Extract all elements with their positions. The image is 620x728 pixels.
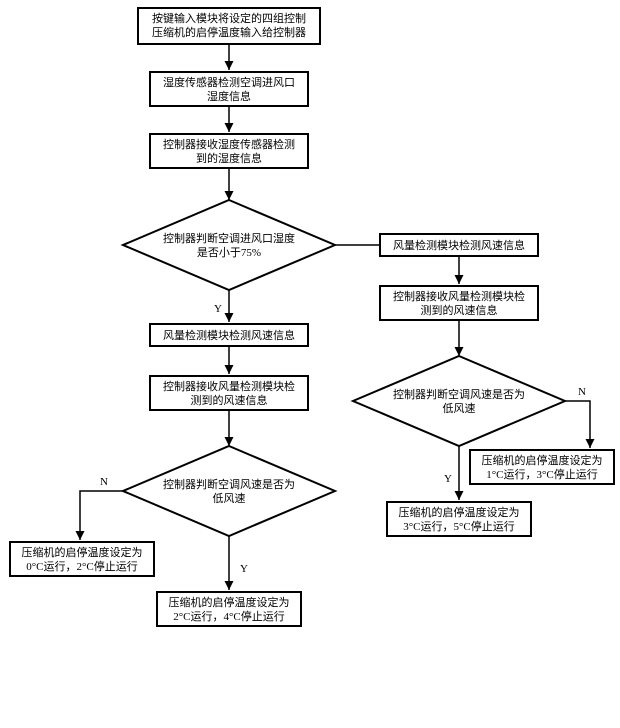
node-wind-detect-right: 风量检测模块检测风速信息 (380, 234, 538, 256)
decision-low-wind-left: 控制器判断空调风速是否为 低风速 (123, 446, 335, 536)
text: 低风速 (213, 492, 246, 505)
node-controller-receive-wind-right: 控制器接收风量检测模块检 测到的风速信息 (380, 286, 538, 320)
text: 2°C运行，4°C停止运行 (173, 609, 284, 623)
text: 控制器判断空调进风口湿度 (163, 231, 295, 245)
text: 是否小于75% (197, 246, 261, 259)
decision-low-wind-right: 控制器判断空调风速是否为 低风速 (353, 356, 565, 446)
connector (80, 491, 123, 540)
text: 压缩机的启停温度设定为 (22, 545, 143, 559)
node-controller-receive-humidity: 控制器接收湿度传感器检测 到的湿度信息 (150, 134, 308, 168)
label-yes: Y (444, 473, 452, 485)
text: 到的湿度信息 (196, 151, 262, 165)
text: 3°C运行，5°C停止运行 (403, 519, 514, 533)
text: 控制器接收湿度传感器检测 (163, 137, 295, 151)
text: 风量检测模块检测风速信息 (393, 238, 525, 252)
node-wind-detect-left: 风量检测模块检测风速信息 (150, 324, 308, 346)
decision-humidity-75: 控制器判断空调进风口湿度 是否小于75% (123, 200, 335, 290)
text: 压缩机的启停温度设定为 (399, 505, 520, 519)
text: 1°C运行，3°C停止运行 (486, 467, 597, 481)
node-input-setup: 按键输入模块将设定的四组控制 压缩机的启停温度输入给控制器 (138, 8, 320, 44)
node-humidity-sensor: 湿度传感器检测空调进风口 湿度信息 (150, 72, 308, 106)
text: 湿度传感器检测空调进风口 (163, 75, 295, 89)
text: 测到的风速信息 (421, 303, 498, 317)
text: 压缩机的启停温度设定为 (169, 595, 290, 609)
flowchart-diagram: 按键输入模块将设定的四组控制 压缩机的启停温度输入给控制器 湿度传感器检测空调进… (0, 0, 620, 728)
text: 控制器接收风量检测模块检 (393, 289, 525, 303)
label-yes: Y (214, 303, 222, 315)
text: 按键输入模块将设定的四组控制 (152, 11, 306, 25)
node-compressor-0-2: 压缩机的启停温度设定为 0°C运行，2°C停止运行 (10, 542, 154, 576)
text: 控制器判断空调风速是否为 (393, 387, 525, 401)
label-yes: Y (240, 563, 248, 575)
text: 测到的风速信息 (191, 393, 268, 407)
node-compressor-3-5: 压缩机的启停温度设定为 3°C运行，5°C停止运行 (387, 502, 531, 536)
node-compressor-2-4: 压缩机的启停温度设定为 2°C运行，4°C停止运行 (157, 592, 301, 626)
text: 湿度信息 (207, 89, 251, 103)
text: 控制器接收风量检测模块检 (163, 379, 295, 393)
node-compressor-1-3: 压缩机的启停温度设定为 1°C运行，3°C停止运行 (470, 450, 614, 484)
text: 0°C运行，2°C停止运行 (26, 559, 137, 573)
label-no: N (100, 476, 108, 488)
text: 低风速 (443, 402, 476, 415)
text: 压缩机的启停温度输入给控制器 (152, 25, 306, 39)
text: 风量检测模块检测风速信息 (163, 328, 295, 342)
label-no: N (578, 386, 586, 398)
node-controller-receive-wind-left: 控制器接收风量检测模块检 测到的风速信息 (150, 376, 308, 410)
text: 控制器判断空调风速是否为 (163, 477, 295, 491)
connector (565, 401, 590, 448)
text: 压缩机的启停温度设定为 (482, 453, 603, 467)
